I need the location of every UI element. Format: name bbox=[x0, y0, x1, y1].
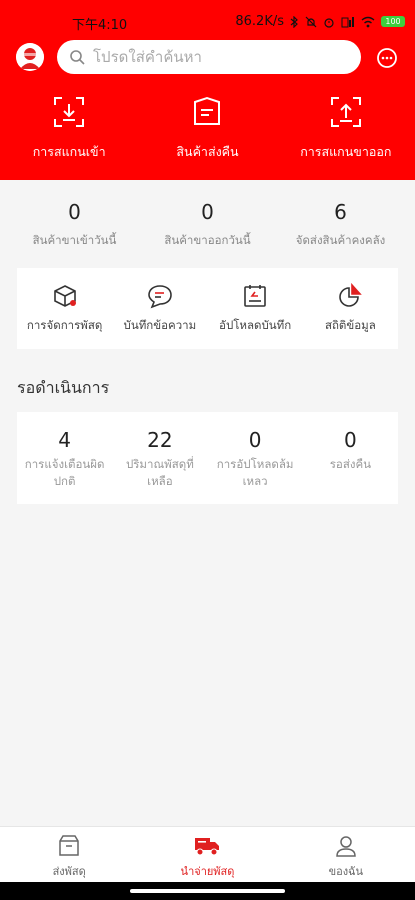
return-goods-label: สินค้าส่งคืน bbox=[176, 144, 239, 159]
pending-awaiting-return[interactable]: 0 รอส่งคืน bbox=[303, 412, 398, 504]
scan-out-label: การสแกนขาออก bbox=[300, 144, 392, 159]
parcel-box-icon bbox=[53, 284, 76, 307]
pending-abnormal-alerts[interactable]: 4 การแจ้งเตือนผิดปกติ bbox=[17, 412, 112, 504]
pending-value: 0 bbox=[248, 428, 262, 452]
chat-button[interactable] bbox=[376, 47, 398, 69]
search-icon bbox=[70, 50, 85, 65]
search-input[interactable] bbox=[91, 47, 345, 67]
scan-out-icon bbox=[330, 97, 361, 127]
tool-label: การจัดการพัสดุ bbox=[26, 317, 103, 332]
stat-label: สินค้าขาออกวันนี้ bbox=[164, 233, 251, 247]
return-goods-icon bbox=[194, 96, 221, 125]
network-speed: 86.2K/s bbox=[235, 14, 284, 29]
nav-label: ส่งพัสดุ bbox=[52, 865, 86, 878]
search-row bbox=[0, 40, 415, 76]
scan-in-label: การสแกนเข้า bbox=[32, 144, 106, 159]
scan-out-button[interactable]: การสแกนขาออก bbox=[277, 96, 415, 166]
scan-in-icon bbox=[54, 97, 85, 127]
tools-card: การจัดการพัสดุ บันทึกข้อความ อัปโหลดบันท… bbox=[17, 268, 398, 349]
header: 下午4:10 86.2K/s 100 โปรดใส่คำค้นหา การสแก… bbox=[0, 0, 415, 180]
return-goods-button[interactable]: สินค้าส่งคืน bbox=[138, 96, 276, 166]
stat-inventory[interactable]: 6 จัดส่งสินค้าคงคลัง bbox=[274, 200, 407, 260]
pending-label: การแจ้งเตือนผิดปกติ bbox=[24, 457, 105, 488]
status-bar: 下午4:10 86.2K/s 100 bbox=[0, 0, 415, 44]
pending-value: 22 bbox=[147, 428, 173, 452]
sim-icon bbox=[341, 16, 354, 27]
stat-label: จัดส่งสินค้าคงคลัง bbox=[295, 233, 386, 247]
home-indicator[interactable] bbox=[130, 889, 285, 893]
nav-deliver-parcel[interactable]: นำจ่ายพัสดุ bbox=[138, 827, 276, 883]
stat-label: สินค้าขาเข้าวันนี้ bbox=[32, 233, 117, 247]
avatar-icon bbox=[16, 43, 44, 71]
delivery-truck-icon bbox=[195, 838, 220, 856]
pending-label: รอส่งคืน bbox=[329, 457, 372, 471]
nav-profile[interactable]: ของฉัน bbox=[277, 827, 415, 883]
data-statistics-button[interactable]: สถิติข้อมูล bbox=[303, 282, 398, 335]
scan-in-button[interactable]: การสแกนเข้า bbox=[0, 96, 138, 166]
pending-upload-failed[interactable]: 0 การอัปโหลดล้มเหลว bbox=[208, 412, 303, 504]
alarm-icon bbox=[324, 17, 334, 28]
daily-stats: 0 สินค้าขาเข้าวันนี้ 0 สินค้าขาออกวันนี้… bbox=[0, 200, 415, 260]
bottom-nav: ส่งพัสดุ นำจ่ายพัสดุ ของฉัน bbox=[0, 826, 415, 883]
pending-label: การอัปโหลดล้มเหลว bbox=[216, 457, 294, 488]
message-icon bbox=[148, 284, 172, 308]
mute-icon bbox=[305, 16, 317, 27]
pending-section-title: รอดำเนินการ bbox=[17, 378, 110, 397]
quick-actions: การสแกนเข้า สินค้าส่งคืน การสแกนขาออก bbox=[0, 96, 415, 166]
status-time: 下午4:10 bbox=[72, 18, 128, 33]
pending-card: 4 การแจ้งเตือนผิดปกติ 22 ปริมาณพัสดุที่เ… bbox=[17, 412, 398, 504]
system-home-bar bbox=[0, 882, 415, 900]
pending-remaining-parcels[interactable]: 22 ปริมาณพัสดุที่เหลือ bbox=[112, 412, 207, 504]
stat-value: 0 bbox=[201, 200, 214, 224]
nav-label: ของฉัน bbox=[328, 865, 364, 878]
avatar[interactable] bbox=[16, 43, 44, 71]
stat-inbound-today[interactable]: 0 สินค้าขาเข้าวันนี้ bbox=[8, 200, 141, 260]
pending-label: ปริมาณพัสดุที่เหลือ bbox=[125, 457, 194, 488]
tool-label: อัปโหลดบันทึก bbox=[219, 317, 292, 332]
status-indicators: 86.2K/s 100 bbox=[235, 14, 405, 29]
pie-chart-icon bbox=[339, 282, 363, 307]
parcel-management-button[interactable]: การจัดการพัสดุ bbox=[17, 283, 112, 335]
chat-bubble-icon bbox=[377, 48, 397, 68]
battery-icon: 100 bbox=[381, 16, 405, 27]
wifi-icon bbox=[361, 16, 375, 27]
message-record-button[interactable]: บันทึกข้อความ bbox=[112, 283, 207, 335]
profile-icon bbox=[336, 836, 356, 857]
pending-value: 4 bbox=[58, 428, 71, 452]
upload-record-icon bbox=[244, 284, 266, 307]
upload-record-button[interactable]: อัปโหลดบันทึก bbox=[208, 283, 303, 335]
tool-label: บันทึกข้อความ bbox=[123, 317, 197, 332]
stat-value: 6 bbox=[334, 200, 347, 224]
nav-label: นำจ่ายพัสดุ bbox=[180, 865, 235, 878]
pending-value: 0 bbox=[344, 428, 357, 452]
nav-send-parcel[interactable]: ส่งพัสดุ bbox=[0, 827, 138, 883]
tool-label: สถิติข้อมูล bbox=[324, 317, 376, 332]
search-bar bbox=[57, 40, 361, 74]
bluetooth-icon bbox=[290, 15, 298, 28]
stat-outbound-today[interactable]: 0 สินค้าขาออกวันนี้ bbox=[141, 200, 274, 260]
send-box-icon bbox=[59, 835, 79, 856]
stat-value: 0 bbox=[68, 200, 81, 224]
